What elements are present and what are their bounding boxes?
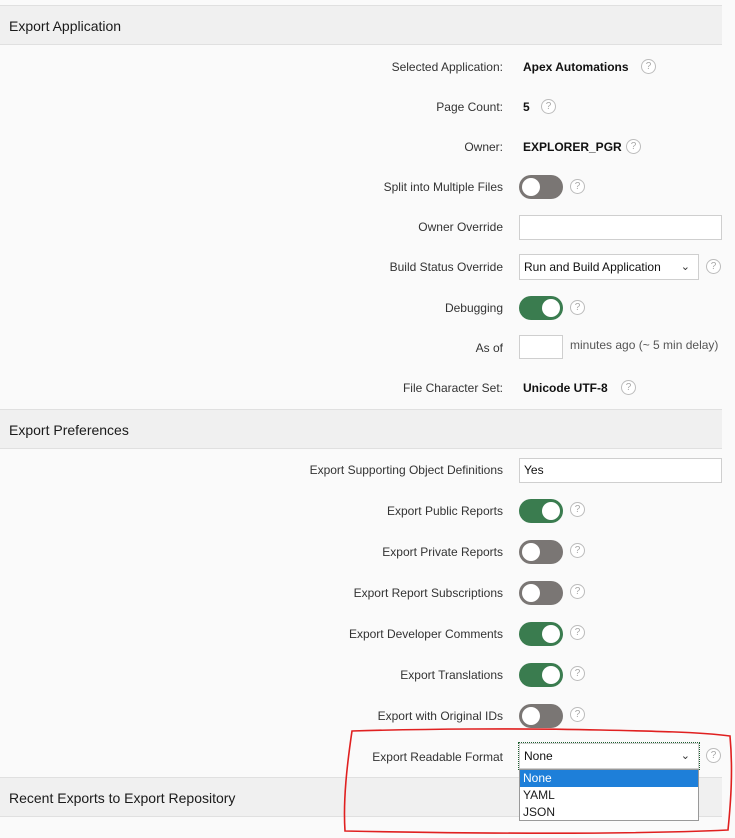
as-of-row: As of minutes ago (~ 5 min delay) (0, 333, 735, 363)
private-reports-toggle[interactable] (519, 540, 563, 564)
help-icon[interactable]: ? (706, 259, 721, 274)
public-reports-label: Export Public Reports (386, 504, 503, 518)
export-preferences-header: Export Preferences (0, 409, 722, 449)
readable-format-value: None (524, 749, 553, 763)
as-of-input[interactable] (519, 335, 563, 359)
build-status-value: Run and Build Application (524, 260, 661, 274)
debugging-toggle[interactable] (519, 296, 563, 320)
readable-format-dropdown: None YAML JSON (519, 769, 699, 821)
toggle-knob (542, 299, 560, 317)
section-title: Export Application (9, 18, 122, 34)
section-title: Export Preferences (9, 422, 129, 438)
selected-application-row: Selected Application: Apex Automations ? (0, 52, 735, 82)
toggle-knob (522, 584, 540, 602)
owner-label: Owner: (464, 140, 503, 154)
file-charset-value: Unicode UTF-8 (523, 381, 608, 395)
as-of-label: As of (475, 341, 503, 355)
translations-row: Export Translations ? (0, 660, 735, 690)
toggle-knob (542, 502, 560, 520)
owner-override-label: Owner Override (418, 220, 503, 234)
help-icon[interactable]: ? (570, 584, 585, 599)
translations-toggle[interactable] (519, 663, 563, 687)
public-reports-row: Export Public Reports ? (0, 496, 735, 526)
help-icon[interactable]: ? (570, 179, 585, 194)
report-subscriptions-toggle[interactable] (519, 581, 563, 605)
original-ids-toggle[interactable] (519, 704, 563, 728)
help-icon[interactable]: ? (570, 666, 585, 681)
help-icon[interactable]: ? (570, 543, 585, 558)
selected-application-label: Selected Application: (391, 60, 503, 74)
toggle-knob (522, 178, 540, 196)
section-title: Recent Exports to Export Repository (9, 790, 236, 806)
file-charset-label: File Character Set: (402, 381, 503, 395)
original-ids-label: Export with Original IDs (377, 709, 503, 723)
supporting-objects-select[interactable]: Yes (519, 458, 722, 483)
help-icon[interactable]: ? (641, 59, 656, 74)
supporting-objects-row: Export Supporting Object Definitions Yes (0, 455, 735, 485)
as-of-suffix: minutes ago (~ 5 min delay) (570, 338, 719, 352)
help-icon[interactable]: ? (626, 139, 641, 154)
file-charset-row: File Character Set: Unicode UTF-8 ? (0, 373, 735, 403)
public-reports-toggle[interactable] (519, 499, 563, 523)
chevron-down-icon: ⌄ (680, 750, 690, 762)
developer-comments-label: Export Developer Comments (348, 627, 503, 641)
chevron-down-icon: ⌄ (680, 261, 690, 273)
toggle-knob (522, 707, 540, 725)
help-icon[interactable]: ? (570, 707, 585, 722)
help-icon[interactable]: ? (570, 300, 585, 315)
private-reports-label: Export Private Reports (382, 545, 503, 559)
debugging-label: Debugging (444, 301, 503, 315)
original-ids-row: Export with Original IDs ? (0, 701, 735, 731)
page-count-row: Page Count: 5 ? (0, 92, 735, 122)
split-files-label: Split into Multiple Files (383, 180, 503, 194)
help-icon[interactable]: ? (570, 502, 585, 517)
readable-format-label: Export Readable Format (372, 750, 503, 764)
build-status-row: Build Status Override Run and Build Appl… (0, 252, 735, 282)
readable-format-row: Export Readable Format None ⌄ ? (0, 742, 735, 772)
toggle-knob (522, 543, 540, 561)
help-icon[interactable]: ? (541, 99, 556, 114)
toggle-knob (542, 666, 560, 684)
owner-override-row: Owner Override (0, 212, 735, 242)
owner-value: EXPLORER_PGR (523, 140, 622, 154)
dropdown-option[interactable]: JSON (520, 804, 698, 821)
page-count-label: Page Count: (436, 100, 503, 114)
readable-format-select[interactable]: None ⌄ (518, 742, 700, 770)
owner-row: Owner: EXPLORER_PGR ? (0, 132, 735, 162)
developer-comments-toggle[interactable] (519, 622, 563, 646)
debugging-row: Debugging ? (0, 293, 735, 323)
supporting-objects-label: Export Supporting Object Definitions (309, 463, 503, 477)
private-reports-row: Export Private Reports ? (0, 537, 735, 567)
toggle-knob (542, 625, 560, 643)
owner-override-input[interactable] (519, 215, 722, 240)
build-status-label: Build Status Override (389, 260, 503, 274)
developer-comments-row: Export Developer Comments ? (0, 619, 735, 649)
split-files-row: Split into Multiple Files ? (0, 172, 735, 202)
report-subscriptions-label: Export Report Subscriptions (353, 586, 503, 600)
help-icon[interactable]: ? (570, 625, 585, 640)
selected-application-value: Apex Automations (523, 60, 629, 74)
page-count-value: 5 (523, 100, 530, 114)
build-status-select[interactable]: Run and Build Application ⌄ (519, 254, 699, 280)
dropdown-option[interactable]: None (520, 770, 698, 787)
split-files-toggle[interactable] (519, 175, 563, 199)
help-icon[interactable]: ? (706, 748, 721, 763)
translations-label: Export Translations (400, 668, 503, 682)
export-application-header: Export Application (0, 5, 722, 45)
report-subscriptions-row: Export Report Subscriptions ? (0, 578, 735, 608)
dropdown-option[interactable]: YAML (520, 787, 698, 804)
help-icon[interactable]: ? (621, 380, 636, 395)
